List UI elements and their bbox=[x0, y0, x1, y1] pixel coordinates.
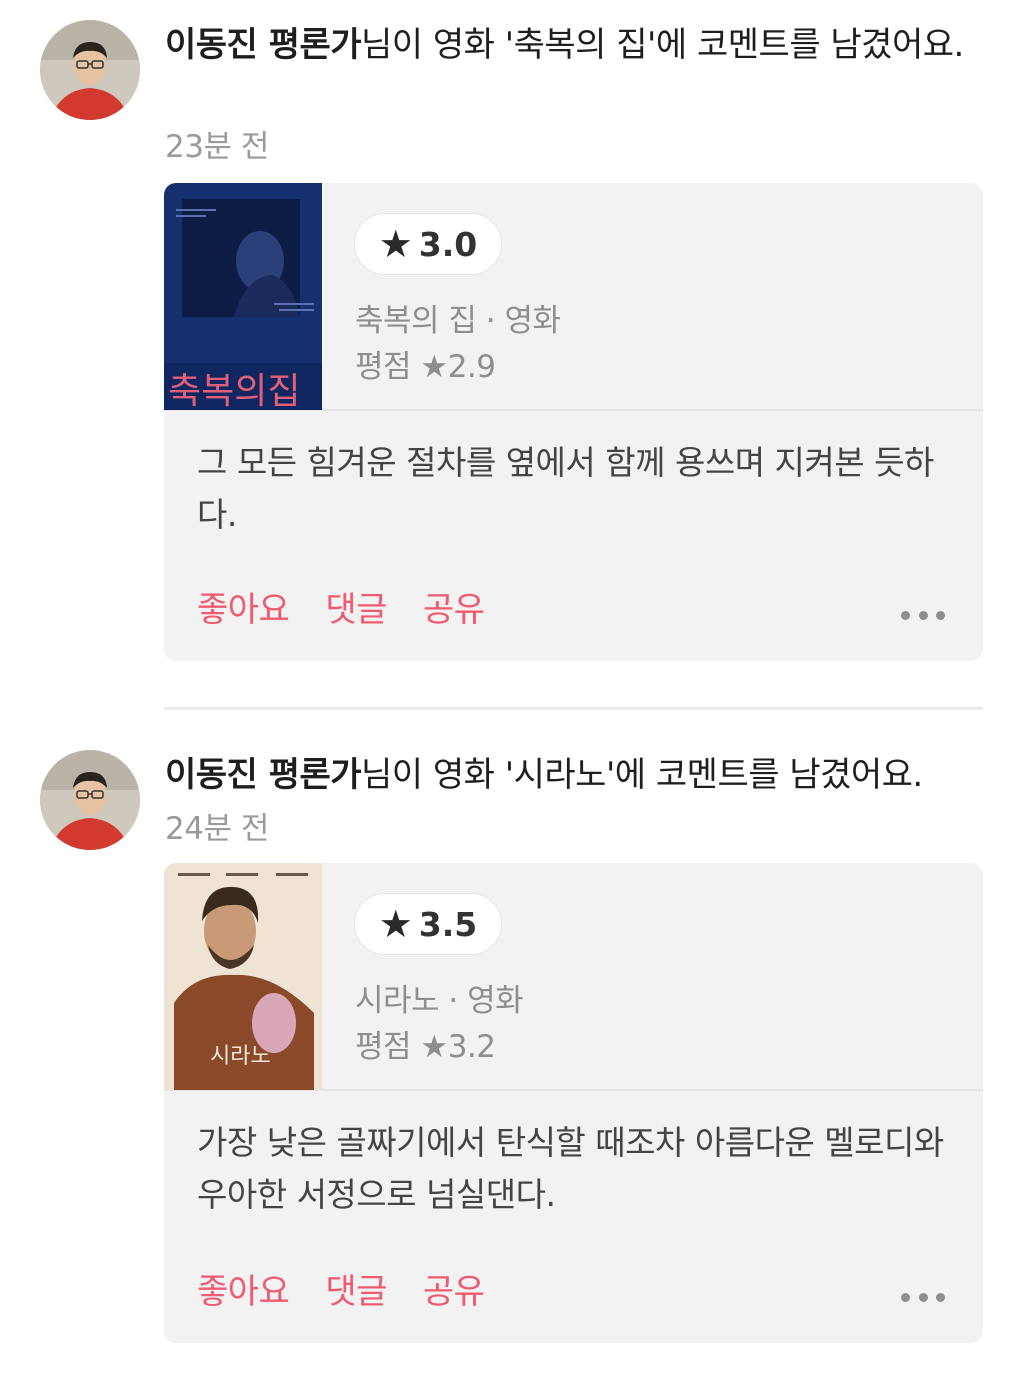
poster-title: 시라노 bbox=[210, 1044, 271, 1069]
my-rating-value: 3.5 bbox=[418, 904, 478, 944]
activity-text: 님이 영화 '시라노'에 코멘트를 남겼어요. bbox=[361, 755, 923, 795]
movie-poster[interactable]: 시라노 bbox=[164, 863, 322, 1090]
comment-actions: 좋아요 댓글 공유 bbox=[197, 581, 485, 631]
my-rating-badge: ★ 3.0 bbox=[354, 213, 502, 275]
star-icon: ★ bbox=[420, 349, 448, 385]
movie-summary[interactable]: 축복의집 ★ 3.0 축복의 집 · 영화 평점 ★2.9 bbox=[164, 183, 983, 411]
comment-text[interactable]: 그 모든 힘겨운 절차를 옆에서 함께 용쓰며 지켜본 듯하다. bbox=[197, 437, 957, 541]
movie-title-line[interactable]: 축복의 집 · 영화 bbox=[355, 295, 561, 340]
author-name[interactable]: 이동진 평론가 bbox=[165, 25, 362, 65]
reply-button[interactable]: 댓글 bbox=[325, 1264, 387, 1313]
star-icon: ★ bbox=[378, 902, 413, 946]
activity-headline: 이동진 평론가님이 영화 '시라노'에 코멘트를 남겼어요. bbox=[165, 750, 985, 800]
feed-post: 이동진 평론가님이 영화 '축복의 집'에 코멘트를 남겼어요. 23분 전 축… bbox=[0, 0, 1024, 700]
more-horizontal-icon[interactable] bbox=[901, 1291, 945, 1303]
star-icon: ★ bbox=[378, 222, 413, 266]
average-rating-value: 2.9 bbox=[447, 349, 496, 385]
avatar[interactable] bbox=[40, 20, 140, 120]
poster-title: 축복의집 bbox=[168, 371, 300, 410]
feed-post: 이동진 평론가님이 영화 '시라노'에 코멘트를 남겼어요. 24분 전 시라노… bbox=[0, 710, 1024, 1390]
author-name[interactable]: 이동진 평론가 bbox=[165, 755, 362, 795]
activity-feed: 이동진 평론가님이 영화 '축복의 집'에 코멘트를 남겼어요. 23분 전 축… bbox=[0, 0, 1024, 1390]
timestamp: 24분 전 bbox=[165, 811, 269, 847]
average-rating-value: 3.2 bbox=[447, 1029, 496, 1065]
average-rating-label: 평점 bbox=[355, 349, 412, 385]
timestamp: 23분 전 bbox=[165, 129, 269, 165]
like-button[interactable]: 좋아요 bbox=[197, 582, 290, 631]
my-rating-value: 3.0 bbox=[418, 224, 478, 264]
share-button[interactable]: 공유 bbox=[423, 582, 485, 631]
activity-text: 님이 영화 '축복의 집'에 코멘트를 남겼어요. bbox=[361, 25, 964, 65]
movie-summary[interactable]: 시라노 ★ 3.5 시라노 · 영화 평점 ★3.2 bbox=[164, 863, 983, 1091]
star-icon: ★ bbox=[420, 1029, 448, 1065]
average-rating-label: 평점 bbox=[355, 1029, 412, 1065]
share-button[interactable]: 공유 bbox=[423, 1264, 485, 1313]
comment-actions: 좋아요 댓글 공유 bbox=[197, 1263, 485, 1313]
average-rating: 평점 ★2.9 bbox=[355, 341, 496, 386]
average-rating: 평점 ★3.2 bbox=[355, 1021, 496, 1066]
movie-poster[interactable]: 축복의집 bbox=[164, 183, 322, 410]
my-rating-badge: ★ 3.5 bbox=[354, 893, 502, 955]
more-horizontal-icon[interactable] bbox=[901, 609, 945, 621]
movie-title-line[interactable]: 시라노 · 영화 bbox=[355, 975, 524, 1020]
like-button[interactable]: 좋아요 bbox=[197, 1264, 290, 1313]
activity-headline: 이동진 평론가님이 영화 '축복의 집'에 코멘트를 남겼어요. bbox=[165, 20, 985, 70]
avatar[interactable] bbox=[40, 750, 140, 850]
comment-text[interactable]: 가장 낮은 골짜기에서 탄식할 때조차 아름다운 멜로디와 우아한 서정으로 넘… bbox=[197, 1117, 957, 1221]
reply-button[interactable]: 댓글 bbox=[325, 582, 387, 631]
comment-card[interactable]: 축복의집 ★ 3.0 축복의 집 · 영화 평점 ★2.9 그 모든 힘겨운 절… bbox=[164, 183, 983, 661]
comment-card[interactable]: 시라노 ★ 3.5 시라노 · 영화 평점 ★3.2 가장 낮은 골짜기에서 탄… bbox=[164, 863, 983, 1343]
